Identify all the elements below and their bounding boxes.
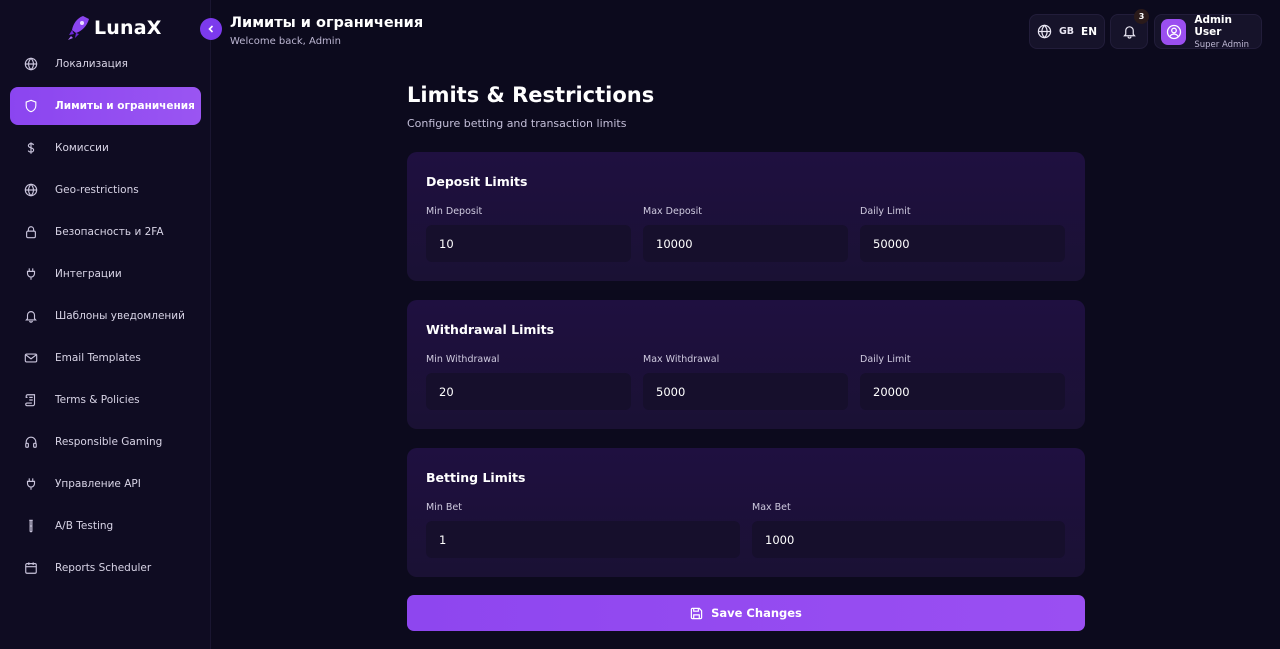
withdrawal-limits-card: Withdrawal Limits Min Withdrawal Max Wit… (407, 300, 1085, 429)
sidebar-item-label: Шаблоны уведомлений (55, 310, 185, 322)
language-code: GB (1058, 26, 1075, 37)
sidebar-item-notification-templates[interactable]: Шаблоны уведомлений (10, 297, 201, 335)
user-role: Super Admin (1194, 39, 1250, 50)
max-deposit-label: Max Deposit (643, 206, 702, 217)
min-withdrawal-input[interactable] (426, 373, 631, 410)
sidebar-item-ab-testing[interactable]: A/B Testing (10, 507, 201, 545)
calendar-icon (23, 560, 39, 576)
page-title: Лимиты и ограничения (230, 15, 424, 31)
sidebar-item-label: Интеграции (55, 268, 122, 280)
content-subtitle: Configure betting and transaction limits (407, 117, 627, 130)
language-name: EN (1081, 25, 1097, 38)
min-bet-label: Min Bet (426, 502, 462, 513)
bell-icon (23, 308, 39, 324)
sidebar-item-localization[interactable]: Локализация (10, 45, 201, 83)
headphones-icon (23, 434, 39, 450)
min-deposit-input[interactable] (426, 225, 631, 262)
user-menu[interactable]: Admin User Super Admin (1154, 14, 1262, 50)
withdrawal-daily-limit-label: Daily Limit (860, 354, 911, 365)
min-withdrawal-label: Min Withdrawal (426, 354, 500, 365)
save-changes-button[interactable]: Save Changes (407, 595, 1085, 631)
sidebar-collapse-button[interactable] (200, 18, 222, 40)
max-bet-input[interactable] (752, 521, 1065, 558)
sidebar: LunaX Локализация Лимиты и ограничения К… (0, 0, 211, 649)
notification-count-badge: 3 (1134, 9, 1149, 24)
user-circle-icon (1166, 24, 1181, 39)
globe-icon (1037, 24, 1052, 39)
sidebar-item-label: Reports Scheduler (55, 562, 152, 574)
sidebar-item-terms-policies[interactable]: Terms & Policies (10, 381, 201, 419)
language-selector[interactable]: GB EN (1029, 14, 1105, 49)
sidebar-item-reports-scheduler[interactable]: Reports Scheduler (10, 549, 201, 587)
avatar (1161, 18, 1187, 45)
sidebar-item-security-2fa[interactable]: Безопасность и 2FA (10, 213, 201, 251)
sidebar-item-label: Email Templates (55, 352, 141, 364)
betting-limits-card: Betting Limits Min Bet Max Bet (407, 448, 1085, 577)
content-title: Limits & Restrictions (407, 83, 655, 107)
sidebar-item-integrations[interactable]: Интеграции (10, 255, 201, 293)
header: Лимиты и ограничения Welcome back, Admin… (211, 0, 1280, 64)
sidebar-item-limits[interactable]: Лимиты и ограничения (10, 87, 201, 125)
plug-icon (23, 476, 39, 492)
sidebar-item-email-templates[interactable]: Email Templates (10, 339, 201, 377)
logo[interactable]: LunaX (68, 12, 162, 44)
dollar-icon (23, 140, 39, 156)
min-deposit-label: Min Deposit (426, 206, 483, 217)
sidebar-item-label: Geo-restrictions (55, 184, 139, 196)
flask-icon (23, 518, 39, 534)
deposit-daily-limit-label: Daily Limit (860, 206, 911, 217)
user-info: Admin User Super Admin (1194, 14, 1261, 50)
sidebar-item-label: Безопасность и 2FA (55, 226, 164, 238)
sidebar-item-responsible-gaming[interactable]: Responsible Gaming (10, 423, 201, 461)
sidebar-item-label: A/B Testing (55, 520, 114, 532)
lock-icon (23, 224, 39, 240)
rocket-logo-icon (68, 16, 89, 40)
user-name: Admin User (1194, 13, 1233, 38)
max-deposit-input[interactable] (643, 225, 848, 262)
max-withdrawal-label: Max Withdrawal (643, 354, 720, 365)
card-title: Withdrawal Limits (426, 322, 555, 337)
withdrawal-daily-limit-input[interactable] (860, 373, 1065, 410)
mail-icon (23, 350, 39, 366)
min-bet-input[interactable] (426, 521, 740, 558)
scroll-icon (23, 392, 39, 408)
card-title: Deposit Limits (426, 174, 528, 189)
chevron-left-icon (208, 25, 214, 33)
card-title: Betting Limits (426, 470, 526, 485)
globe-icon (23, 56, 39, 72)
deposit-limits-card: Deposit Limits Min Deposit Max Deposit D… (407, 152, 1085, 281)
bell-icon (1122, 26, 1136, 39)
sidebar-item-label: Terms & Policies (55, 394, 140, 406)
sidebar-item-label: Лимиты и ограничения (55, 100, 195, 112)
plug-icon (23, 266, 39, 282)
globe-icon (23, 182, 39, 198)
sidebar-item-label: Комиссии (55, 142, 109, 154)
sidebar-item-geo-restrictions[interactable]: Geo-restrictions (10, 171, 201, 209)
brand-name: LunaX (94, 17, 162, 39)
page-subtitle: Welcome back, Admin (230, 36, 341, 47)
app: LunaX Локализация Лимиты и ограничения К… (0, 0, 1280, 649)
save-icon (690, 607, 703, 619)
shield-icon (23, 98, 39, 114)
sidebar-item-label: Локализация (55, 58, 128, 70)
sidebar-item-label: Responsible Gaming (55, 436, 163, 448)
deposit-daily-limit-input[interactable] (860, 225, 1065, 262)
sidebar-item-api-management[interactable]: Управление API (10, 465, 201, 503)
sidebar-item-commissions[interactable]: Комиссии (10, 129, 201, 167)
save-label: Save Changes (711, 606, 802, 620)
max-withdrawal-input[interactable] (643, 373, 848, 410)
max-bet-label: Max Bet (752, 502, 791, 513)
sidebar-item-label: Управление API (55, 478, 141, 490)
